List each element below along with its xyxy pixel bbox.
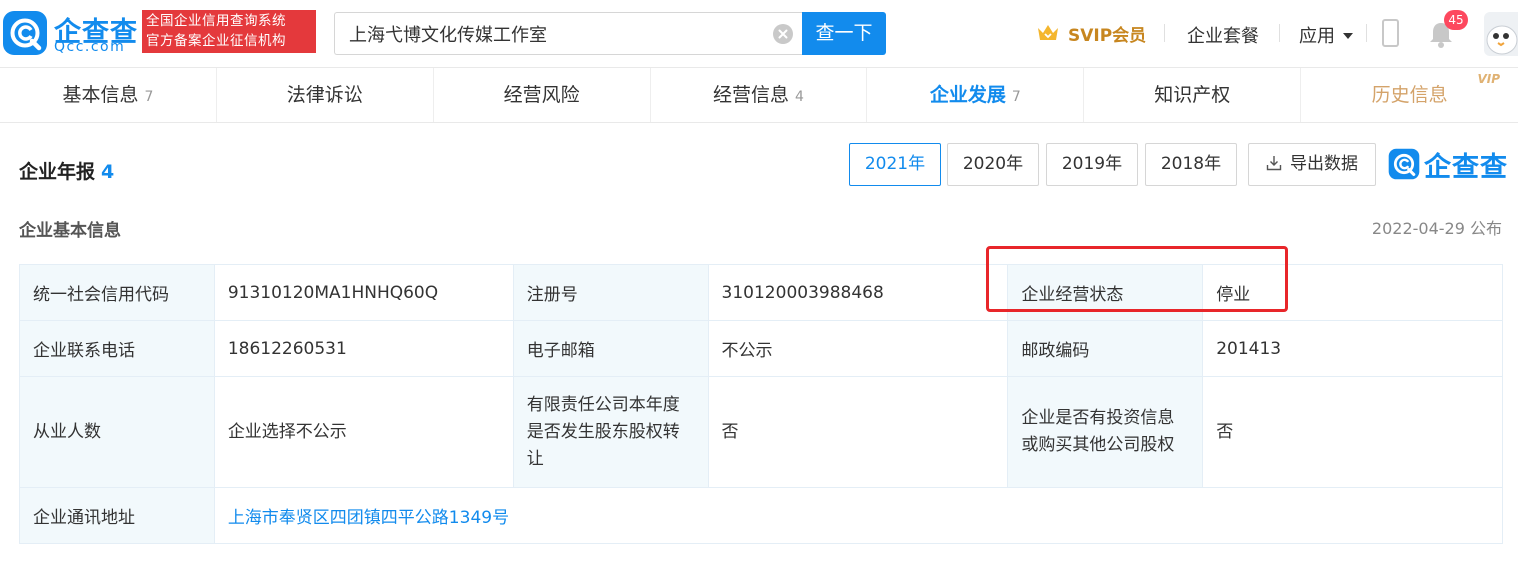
table-row: 企业通讯地址 上海市奉贤区四团镇四平公路1349号	[19, 487, 1504, 544]
search-box	[334, 12, 802, 55]
package-link[interactable]: 企业套餐	[1187, 22, 1259, 48]
table-row: 企业联系电话 18612260531 电子邮箱 不公示 邮政编码 201413	[19, 320, 1503, 377]
avatar[interactable]	[1484, 12, 1518, 56]
tab-bar: 基本信息 7 法律诉讼 经营风险 经营信息 4 企业发展 7 知识产权 历史信息 VIP	[0, 68, 1518, 123]
export-button[interactable]: 导出数据	[1248, 143, 1376, 186]
clear-icon[interactable]	[773, 24, 793, 44]
tab-development[interactable]: 企业发展 7	[867, 68, 1085, 122]
tab-count: 7	[144, 89, 154, 105]
address-cell: 上海市奉贤区四团镇四平公路1349号	[213, 487, 1504, 544]
tab-operations[interactable]: 经营信息 4	[651, 68, 868, 122]
tab-ip[interactable]: 知识产权	[1084, 68, 1302, 122]
tab-label: 知识产权	[1154, 84, 1231, 106]
brand-mark-text: 企查查	[1424, 152, 1508, 183]
slogan-line-2: 官方备案企业征信机构	[146, 33, 286, 49]
svip-label: SVIP会员	[1068, 25, 1147, 46]
status-highlight-annotation	[986, 246, 1288, 312]
address-label: 企业通讯地址	[19, 487, 215, 544]
section-title: 企业年报 4	[19, 157, 114, 184]
qcc-logo[interactable]: 企查查 Qcc.com	[2, 8, 138, 58]
search-button[interactable]: 查一下	[802, 12, 886, 55]
year-button-2020[interactable]: 2020年	[947, 143, 1039, 186]
tab-history[interactable]: 历史信息 VIP	[1301, 68, 1518, 122]
postcode-label: 邮政编码	[1007, 320, 1204, 377]
table-row: 从业人数 企业选择不公示 有限责任公司本年度是否发生股东股权转让 否 企业是否有…	[19, 376, 1503, 488]
tab-label: 法律诉讼	[286, 84, 363, 106]
investment-label: 企业是否有投资信息或购买其他公司股权	[1007, 376, 1204, 488]
section-count: 4	[101, 161, 115, 183]
year-button-2018[interactable]: 2018年	[1145, 143, 1237, 186]
export-label: 导出数据	[1290, 154, 1358, 174]
tab-basic-info[interactable]: 基本信息 7	[0, 68, 217, 122]
top-header: 企查查 Qcc.com 全国企业信用查询系统 官方备案企业征信机构 查一下 SV…	[0, 0, 1518, 68]
nav-divider	[1164, 24, 1165, 42]
download-icon	[1266, 156, 1282, 171]
phone-label: 企业联系电话	[19, 320, 215, 377]
qcc-brand-icon	[1388, 148, 1420, 180]
phone-value: 18612260531	[213, 320, 514, 377]
apps-menu[interactable]: 应用	[1299, 22, 1353, 48]
employees-value: 企业选择不公示	[213, 376, 514, 488]
nav-divider	[1366, 24, 1367, 42]
tab-risk[interactable]: 经营风险	[434, 68, 651, 122]
equity-transfer-value: 否	[707, 376, 1009, 488]
search-input[interactable]	[349, 13, 769, 54]
slogan-badge: 全国企业信用查询系统 官方备案企业征信机构	[142, 10, 316, 53]
email-label: 电子邮箱	[512, 320, 709, 377]
notification-badge: 45	[1444, 10, 1468, 30]
credit-code-label: 统一社会信用代码	[19, 264, 215, 321]
sub-section-title: 企业基本信息	[19, 221, 121, 241]
section-title-text: 企业年报	[19, 161, 96, 183]
apps-label: 应用	[1299, 26, 1335, 47]
tab-legal[interactable]: 法律诉讼	[217, 68, 434, 122]
tab-count: 7	[1011, 89, 1021, 105]
reg-no-value: 310120003988468	[707, 264, 1009, 321]
svip-link[interactable]: SVIP会员	[1036, 20, 1146, 46]
logo-subtext: Qcc.com	[54, 39, 126, 55]
year-button-2021[interactable]: 2021年	[849, 143, 941, 186]
mobile-icon[interactable]	[1382, 19, 1399, 47]
tab-label: 企业发展	[929, 84, 1006, 106]
address-link[interactable]: 上海市奉贤区四团镇四平公路1349号	[228, 508, 509, 528]
credit-code-value: 91310120MA1HNHQ60Q	[213, 264, 514, 321]
qcc-logo-icon	[3, 11, 47, 55]
publish-date: 2022-04-29 公布	[1371, 219, 1502, 238]
reg-no-label: 注册号	[512, 264, 709, 321]
tab-label: 基本信息	[62, 84, 139, 106]
slogan-line-1: 全国企业信用查询系统	[146, 13, 286, 29]
crown-icon	[1038, 25, 1058, 40]
tab-label: 经营风险	[503, 84, 580, 106]
qcc-brand-mark: 企查查	[1388, 145, 1508, 183]
user-avatar-icon	[1484, 12, 1518, 56]
nav-divider	[1279, 24, 1280, 42]
tab-label: 历史信息	[1371, 84, 1448, 106]
equity-transfer-label: 有限责任公司本年度是否发生股东股权转让	[512, 376, 709, 488]
chevron-down-icon	[1343, 33, 1353, 39]
investment-value: 否	[1202, 376, 1503, 488]
vip-tag: VIP	[1477, 72, 1501, 86]
email-value: 不公示	[707, 320, 1009, 377]
year-button-2019[interactable]: 2019年	[1046, 143, 1138, 186]
postcode-value: 201413	[1202, 320, 1503, 377]
tab-label: 经营信息	[713, 84, 790, 106]
tab-count: 4	[795, 89, 804, 105]
employees-label: 从业人数	[19, 376, 215, 488]
